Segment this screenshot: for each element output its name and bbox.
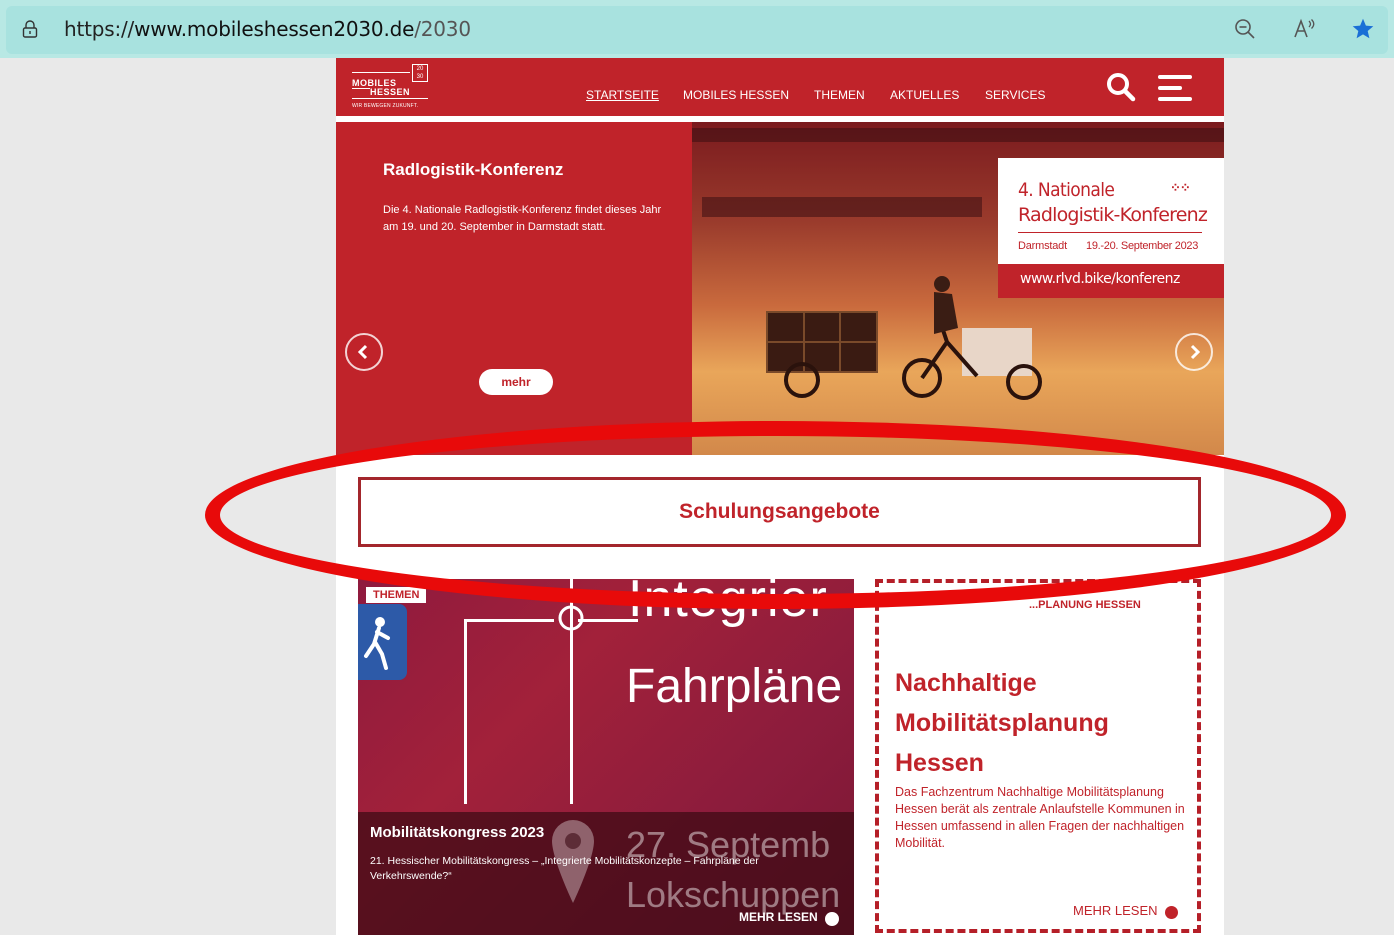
- logo-line2: HESSEN: [370, 87, 411, 97]
- search-icon[interactable]: [1106, 72, 1136, 102]
- card-mobilitaetsplanung[interactable]: ...PLANUNG HESSEN Nachhaltige Mobilitäts…: [875, 579, 1201, 933]
- card-mobilitaetskongress[interactable]: Integrier Fahrpläne THEMEN 27. Septemb L…: [358, 579, 854, 935]
- site-header: MOBILES HESSEN 20 30 WIR BEWEGEN ZUKUNFT…: [336, 58, 1224, 116]
- hero-slider: Radlogistik-Konferenz Die 4. Nationale R…: [336, 122, 1224, 455]
- category-tag[interactable]: THEMEN: [366, 587, 427, 603]
- url-host: www.mobileshessen2030.de: [134, 17, 415, 41]
- website-content: MOBILES HESSEN 20 30 WIR BEWEGEN ZUKUNFT…: [336, 58, 1224, 935]
- image-line: [464, 619, 554, 622]
- url-scheme: https://: [64, 17, 135, 41]
- nav-aktuelles[interactable]: AKTUELLES: [890, 88, 959, 102]
- promo-line1: 4. Nationale: [1018, 179, 1115, 201]
- card-title: Nachhaltige Mobilitätsplanung Hessen: [895, 669, 1109, 777]
- image-text-integriert: Integrier: [628, 579, 828, 628]
- logo-rule: [352, 98, 428, 99]
- nav-themen[interactable]: THEMEN: [814, 88, 865, 102]
- site-logo[interactable]: MOBILES HESSEN 20 30 WIR BEWEGEN ZUKUNFT…: [352, 64, 432, 112]
- promo-logo-icon: ⁘⁘: [1170, 180, 1191, 195]
- card-text: Das Fachzentrum Nachhaltige Mobilitätspl…: [895, 785, 1185, 850]
- slider-prev-arrow[interactable]: [345, 333, 383, 371]
- menu-bar: [1158, 97, 1192, 101]
- nav-startseite[interactable]: STARTSEITE: [586, 88, 659, 102]
- promo-line2: Radlogistik-Konferenz: [1018, 204, 1208, 226]
- read-aloud-icon[interactable]: [1292, 17, 1316, 41]
- chevron-left-icon: [357, 344, 368, 360]
- image-text-fahrplaene: Fahrpläne: [626, 660, 843, 713]
- more-link[interactable]: MEHR LESEN: [739, 910, 818, 924]
- nav-services[interactable]: SERVICES: [985, 88, 1045, 102]
- logo-badge: 20 30: [412, 64, 428, 82]
- promo-url[interactable]: www.rlvd.bike/konferenz: [998, 264, 1224, 298]
- arrow-circle-icon[interactable]: [1165, 906, 1178, 919]
- nav-mobiles-hessen[interactable]: MOBILES HESSEN: [683, 88, 789, 102]
- menu-bar: [1158, 75, 1192, 79]
- logo-rule: [352, 88, 370, 89]
- favorite-star-icon[interactable]: [1351, 17, 1375, 41]
- chevron-right-icon: [1190, 344, 1201, 360]
- conference-promo[interactable]: 4. Nationale ⁘⁘ Radlogistik-Konferenz Da…: [998, 158, 1224, 298]
- card-title: Mobilitätskongress 2023: [370, 824, 545, 841]
- promo-city: Darmstadt: [1018, 240, 1067, 252]
- slide-text: Die 4. Nationale Radlogistik-Konferenz f…: [383, 204, 662, 233]
- menu-bar: [1158, 86, 1182, 90]
- menu-icon[interactable]: [1158, 75, 1192, 101]
- image-line: [464, 619, 467, 804]
- schulungsangebote-button[interactable]: Schulungsangebote: [358, 477, 1201, 547]
- building-windows: [692, 128, 1224, 142]
- zoom-out-icon[interactable]: [1233, 17, 1257, 41]
- slide-more-button[interactable]: mehr: [479, 369, 553, 395]
- building-windows: [702, 197, 982, 217]
- arrow-circle-icon[interactable]: [825, 912, 839, 926]
- url-path: /2030: [414, 17, 471, 41]
- card-text: 21. Hessischer Mobilitätskongress – „Int…: [370, 855, 759, 882]
- url-text[interactable]: https://www.mobileshessen2030.de/2030: [64, 17, 471, 41]
- logo-tagline: WIR BEWEGEN ZUKUNFT.: [352, 103, 419, 109]
- logo-rule: [352, 72, 410, 73]
- promo-date: 19.-20. September 2023: [1086, 240, 1199, 252]
- slider-next-arrow[interactable]: [1175, 333, 1213, 371]
- pedestrian-icon: [358, 604, 407, 680]
- slide-title: Radlogistik-Konferenz: [383, 160, 564, 179]
- card-category-label: ...PLANUNG HESSEN: [1029, 599, 1141, 611]
- promo-divider: [1018, 232, 1202, 233]
- lock-icon[interactable]: [22, 20, 38, 38]
- browser-toolbar: https://www.mobileshessen2030.de/2030: [0, 0, 1394, 58]
- more-link[interactable]: MEHR LESEN: [1073, 903, 1158, 918]
- card-caption: 27. Septemb Lokschuppen Mobilitätskongre…: [358, 812, 854, 935]
- ring-icon: [558, 605, 584, 631]
